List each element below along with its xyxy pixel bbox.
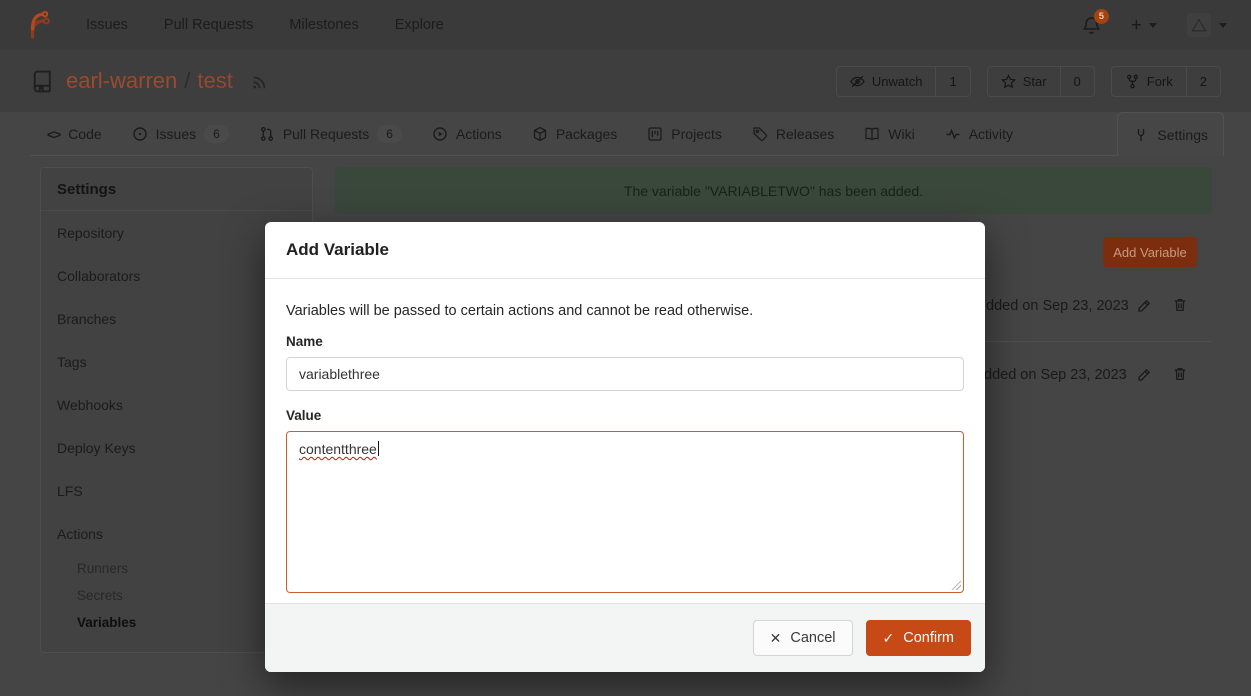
repo-action-buttons: Unwatch 1 Star 0 — [836, 66, 1221, 97]
tab-wiki[interactable]: Wiki — [849, 112, 929, 156]
eye-slash-icon — [850, 74, 865, 89]
tab-code[interactable]: <> Code — [32, 112, 117, 156]
cancel-button[interactable]: ✕ Cancel — [753, 620, 853, 656]
name-input[interactable] — [286, 357, 964, 391]
row-divider — [985, 341, 1212, 342]
fork-button-group: Fork 2 — [1111, 66, 1221, 97]
sidebar-header: Settings — [41, 168, 312, 210]
modal-actions: ✕ Cancel ✓ Confirm — [265, 603, 985, 672]
project-board-icon — [647, 126, 663, 142]
name-label: Name — [286, 334, 964, 349]
repo-breadcrumb: earl-warren / test — [66, 68, 233, 94]
flash-text: The variable "VARIABLETWO" has been adde… — [624, 183, 923, 199]
value-textarea[interactable]: contentthree — [286, 431, 964, 593]
forgejo-logo-icon[interactable] — [22, 10, 52, 40]
fork-label: Fork — [1147, 74, 1173, 89]
nav-milestones[interactable]: Milestones — [289, 17, 358, 33]
pull-requests-count-badge: 6 — [377, 125, 402, 143]
modal-body: Variables will be passed to certain acti… — [265, 279, 985, 593]
repo-name-link[interactable]: test — [197, 68, 232, 93]
variable-row-added-date: dded on Sep 23, 2023 — [986, 298, 1129, 314]
breadcrumb-separator: / — [184, 68, 190, 93]
pulse-icon — [945, 126, 961, 142]
tools-icon — [1133, 127, 1149, 143]
nav-right: 5 + — [1082, 13, 1227, 37]
add-variable-modal: Add Variable Variables will be passed to… — [265, 222, 985, 672]
edit-pencil-icon[interactable] — [1136, 298, 1152, 314]
issues-count-badge: 6 — [204, 125, 229, 143]
book-open-icon — [864, 126, 880, 142]
code-icon: <> — [47, 127, 60, 142]
cancel-label: Cancel — [790, 630, 835, 646]
modal-title: Add Variable — [286, 240, 389, 260]
nav-pull-requests[interactable]: Pull Requests — [164, 17, 253, 33]
text-cursor — [378, 441, 379, 456]
watch-button-group: Unwatch 1 — [836, 66, 971, 97]
repo-book-icon — [30, 69, 55, 94]
tab-projects[interactable]: Projects — [632, 112, 737, 156]
rss-icon[interactable] — [250, 72, 268, 90]
repo-owner-link[interactable]: earl-warren — [66, 68, 177, 93]
plus-icon: + — [1131, 16, 1142, 35]
confirm-button[interactable]: ✓ Confirm — [866, 620, 972, 656]
fork-button[interactable]: Fork — [1112, 67, 1186, 96]
tab-activity[interactable]: Activity — [930, 112, 1028, 156]
tab-issues[interactable]: Issues 6 — [117, 112, 244, 156]
add-variable-button[interactable]: Add Variable — [1103, 237, 1197, 267]
confirm-label: Confirm — [903, 630, 954, 646]
flash-success-message: The variable "VARIABLETWO" has been adde… — [335, 167, 1212, 214]
tab-releases[interactable]: Releases — [737, 112, 849, 156]
stars-count[interactable]: 0 — [1060, 67, 1094, 96]
avatar — [1187, 13, 1211, 37]
play-circle-icon — [432, 126, 448, 142]
resize-grip[interactable] — [950, 579, 961, 590]
delete-trash-icon[interactable] — [1172, 297, 1188, 313]
page: Issues Pull Requests Milestones Explore … — [0, 0, 1251, 696]
tab-actions[interactable]: Actions — [417, 112, 517, 156]
tab-pull-requests[interactable]: Pull Requests 6 — [244, 112, 417, 156]
variable-row-added-date: dded on Sep 23, 2023 — [984, 367, 1127, 383]
package-icon — [532, 126, 548, 142]
fork-icon — [1125, 74, 1140, 89]
tag-icon — [752, 126, 768, 142]
star-button[interactable]: Star — [988, 67, 1060, 96]
value-text: contentthree — [299, 441, 377, 457]
top-navbar: Issues Pull Requests Milestones Explore … — [0, 0, 1251, 50]
issue-opened-icon — [132, 126, 148, 142]
tab-settings[interactable]: Settings — [1117, 112, 1224, 156]
repo-tabs: <> Code Issues 6 Pull — [32, 112, 1028, 156]
tab-packages[interactable]: Packages — [517, 112, 632, 156]
star-label: Star — [1023, 74, 1047, 89]
user-menu[interactable] — [1187, 13, 1227, 37]
nav-explore[interactable]: Explore — [395, 17, 444, 33]
star-button-group: Star 0 — [987, 66, 1095, 97]
notification-count-badge: 5 — [1094, 9, 1109, 24]
check-icon: ✓ — [883, 630, 895, 647]
unwatch-label: Unwatch — [872, 74, 923, 89]
chevron-down-icon — [1219, 23, 1227, 28]
notifications-bell-icon[interactable]: 5 — [1082, 16, 1101, 35]
chevron-down-icon — [1149, 23, 1157, 28]
git-pull-request-icon — [259, 126, 275, 142]
forks-count[interactable]: 2 — [1186, 67, 1220, 96]
create-new-dropdown[interactable]: + — [1131, 16, 1157, 35]
nav-links: Issues Pull Requests Milestones Explore — [86, 17, 444, 33]
star-icon — [1001, 74, 1016, 89]
modal-description: Variables will be passed to certain acti… — [286, 303, 964, 319]
repo-tabbar: <> Code Issues 6 Pull — [0, 112, 1251, 156]
nav-issues[interactable]: Issues — [86, 17, 128, 33]
modal-header: Add Variable — [265, 222, 985, 279]
close-icon: ✕ — [770, 630, 782, 647]
unwatch-button[interactable]: Unwatch — [837, 67, 936, 96]
repo-title: earl-warren / test — [30, 68, 268, 94]
delete-trash-icon[interactable] — [1172, 366, 1188, 382]
value-label: Value — [286, 408, 964, 423]
watchers-count[interactable]: 1 — [935, 67, 969, 96]
edit-pencil-icon[interactable] — [1136, 367, 1152, 383]
